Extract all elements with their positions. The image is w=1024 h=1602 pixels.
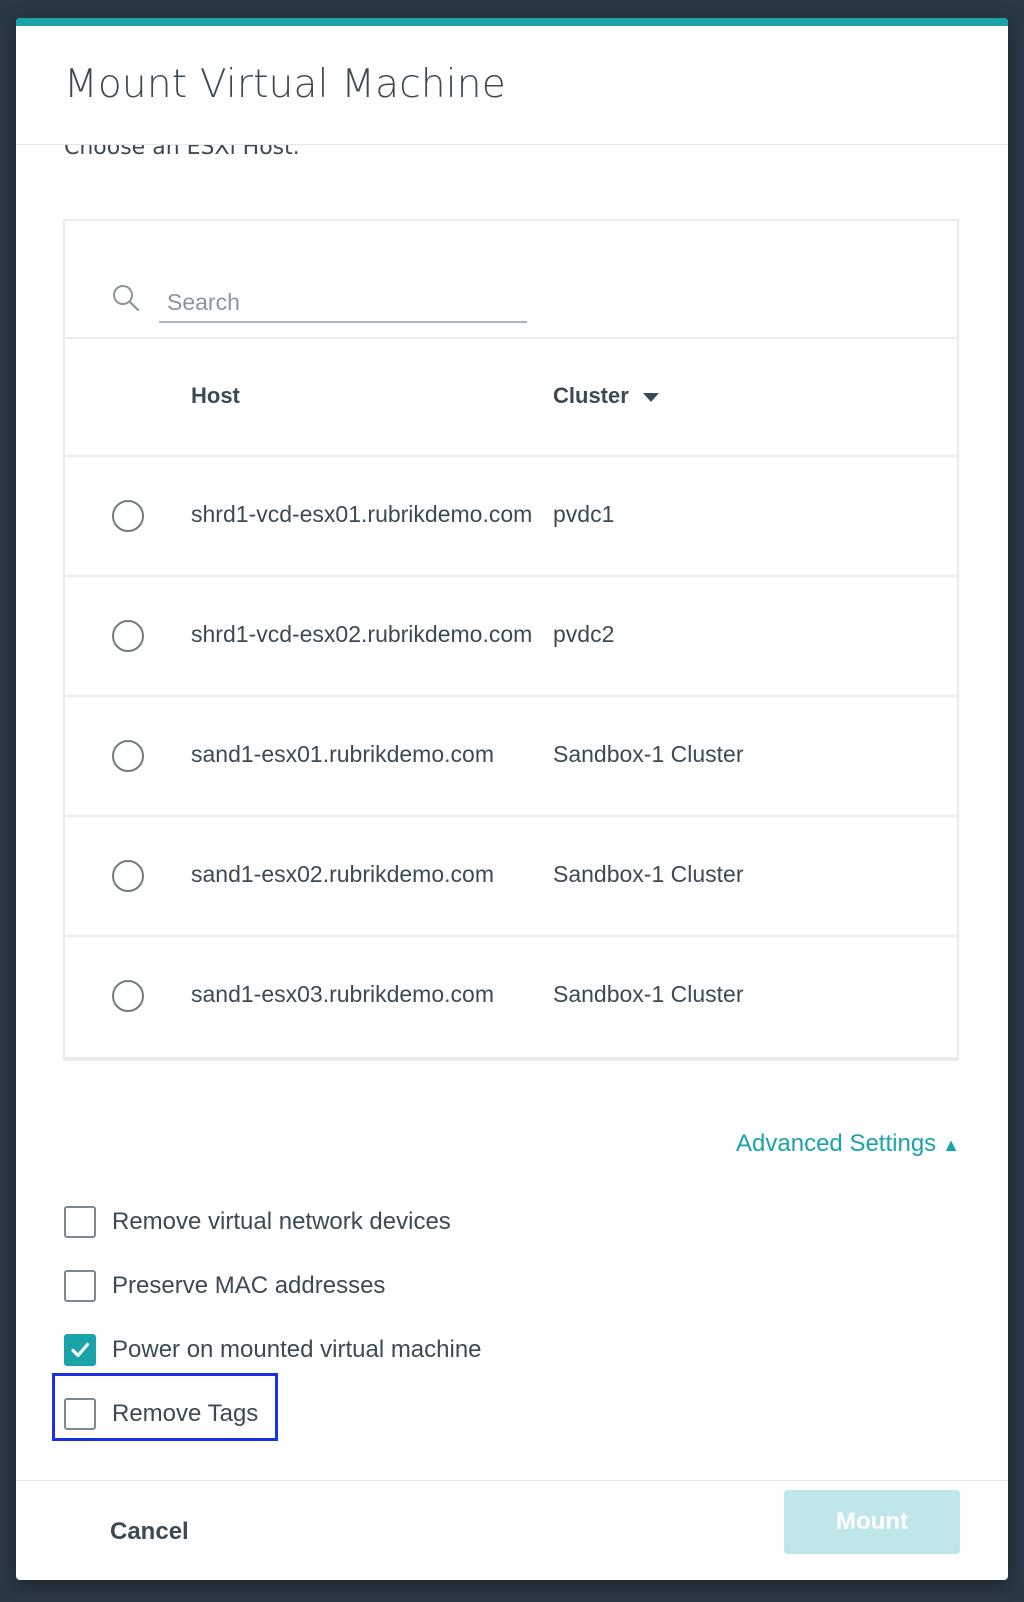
option-row[interactable]: Power on mounted virtual machine <box>64 1318 482 1382</box>
footer-divider <box>16 1480 1008 1481</box>
option-label: Preserve MAC addresses <box>112 1272 386 1299</box>
advanced-options: Remove virtual network devices Preserve M… <box>52 1190 482 1446</box>
advanced-settings-toggle[interactable]: Advanced Settings ▲ <box>736 1130 960 1158</box>
mount-button[interactable]: Mount <box>784 1490 960 1554</box>
dialog-accent-bar <box>16 18 1008 26</box>
dialog-body[interactable]: Choose an ESXi Host. Host Cluster shrd1-… <box>16 145 1008 1480</box>
table-header: Host Cluster <box>65 339 957 457</box>
table-row[interactable]: sand1-esx02.rubrikdemo.com Sandbox-1 Clus… <box>65 817 957 937</box>
table-row[interactable]: sand1-esx01.rubrikdemo.com Sandbox-1 Clus… <box>65 697 957 817</box>
option-checkbox[interactable] <box>64 1206 96 1238</box>
table-row[interactable]: shrd1-vcd-esx01.rubrikdemo.com pvdc1 <box>65 457 957 577</box>
caret-down-icon <box>642 392 659 402</box>
host-radio[interactable] <box>112 740 144 772</box>
host-radio[interactable] <box>112 620 144 652</box>
column-header-cluster-label: Cluster <box>553 383 629 408</box>
host-radio[interactable] <box>112 980 144 1012</box>
search-icon <box>111 283 141 313</box>
cluster-cell: pvdc2 <box>553 621 615 647</box>
host-cell: shrd1-vcd-esx01.rubrikdemo.com <box>191 501 533 527</box>
checkmark-icon <box>71 1342 90 1358</box>
table-body: shrd1-vcd-esx01.rubrikdemo.com pvdc1 shrd1… <box>65 457 957 1057</box>
host-cell: sand1-esx03.rubrikdemo.com <box>191 981 494 1007</box>
cluster-cell: pvdc1 <box>553 501 615 527</box>
dialog-subtitle: Choose an ESXi Host. <box>64 145 300 160</box>
host-table: Host Cluster shrd1-vcd-esx01.rubrikdemo.… <box>63 219 959 1061</box>
table-row[interactable]: shrd1-vcd-esx02.rubrikdemo.com pvdc2 <box>65 577 957 697</box>
column-header-host[interactable]: Host <box>191 383 240 409</box>
table-row[interactable]: sand1-esx03.rubrikdemo.com Sandbox-1 Clus… <box>65 937 957 1057</box>
option-row[interactable]: Remove virtual network devices <box>64 1190 482 1254</box>
search-row <box>65 221 957 339</box>
option-row[interactable]: Preserve MAC addresses <box>64 1254 482 1318</box>
cluster-cell: Sandbox-1 Cluster <box>553 981 744 1007</box>
option-row[interactable]: Remove Tags <box>64 1382 482 1446</box>
advanced-settings-label: Advanced Settings <box>736 1130 937 1157</box>
host-cell: sand1-esx02.rubrikdemo.com <box>191 861 494 887</box>
dialog-title: Mount Virtual Machine <box>64 62 506 107</box>
option-checkbox[interactable] <box>64 1398 96 1430</box>
caret-up-icon: ▲ <box>942 1135 960 1155</box>
cancel-button[interactable]: Cancel <box>110 1506 189 1558</box>
option-checkbox[interactable] <box>64 1270 96 1302</box>
cluster-cell: Sandbox-1 Cluster <box>553 741 744 767</box>
host-radio[interactable] <box>112 860 144 892</box>
host-cell: sand1-esx01.rubrikdemo.com <box>191 741 494 767</box>
host-cell: shrd1-vcd-esx02.rubrikdemo.com <box>191 621 533 647</box>
mount-vm-dialog: Mount Virtual Machine Choose an ESXi Hos… <box>16 18 1008 1580</box>
search-input[interactable] <box>159 283 527 323</box>
option-checkbox[interactable] <box>64 1334 96 1366</box>
option-label: Remove Tags <box>112 1400 259 1427</box>
host-radio[interactable] <box>112 500 144 532</box>
option-label: Power on mounted virtual machine <box>112 1336 482 1363</box>
option-label: Remove virtual network devices <box>112 1208 451 1235</box>
column-header-cluster[interactable]: Cluster <box>553 383 659 409</box>
cluster-cell: Sandbox-1 Cluster <box>553 861 744 887</box>
